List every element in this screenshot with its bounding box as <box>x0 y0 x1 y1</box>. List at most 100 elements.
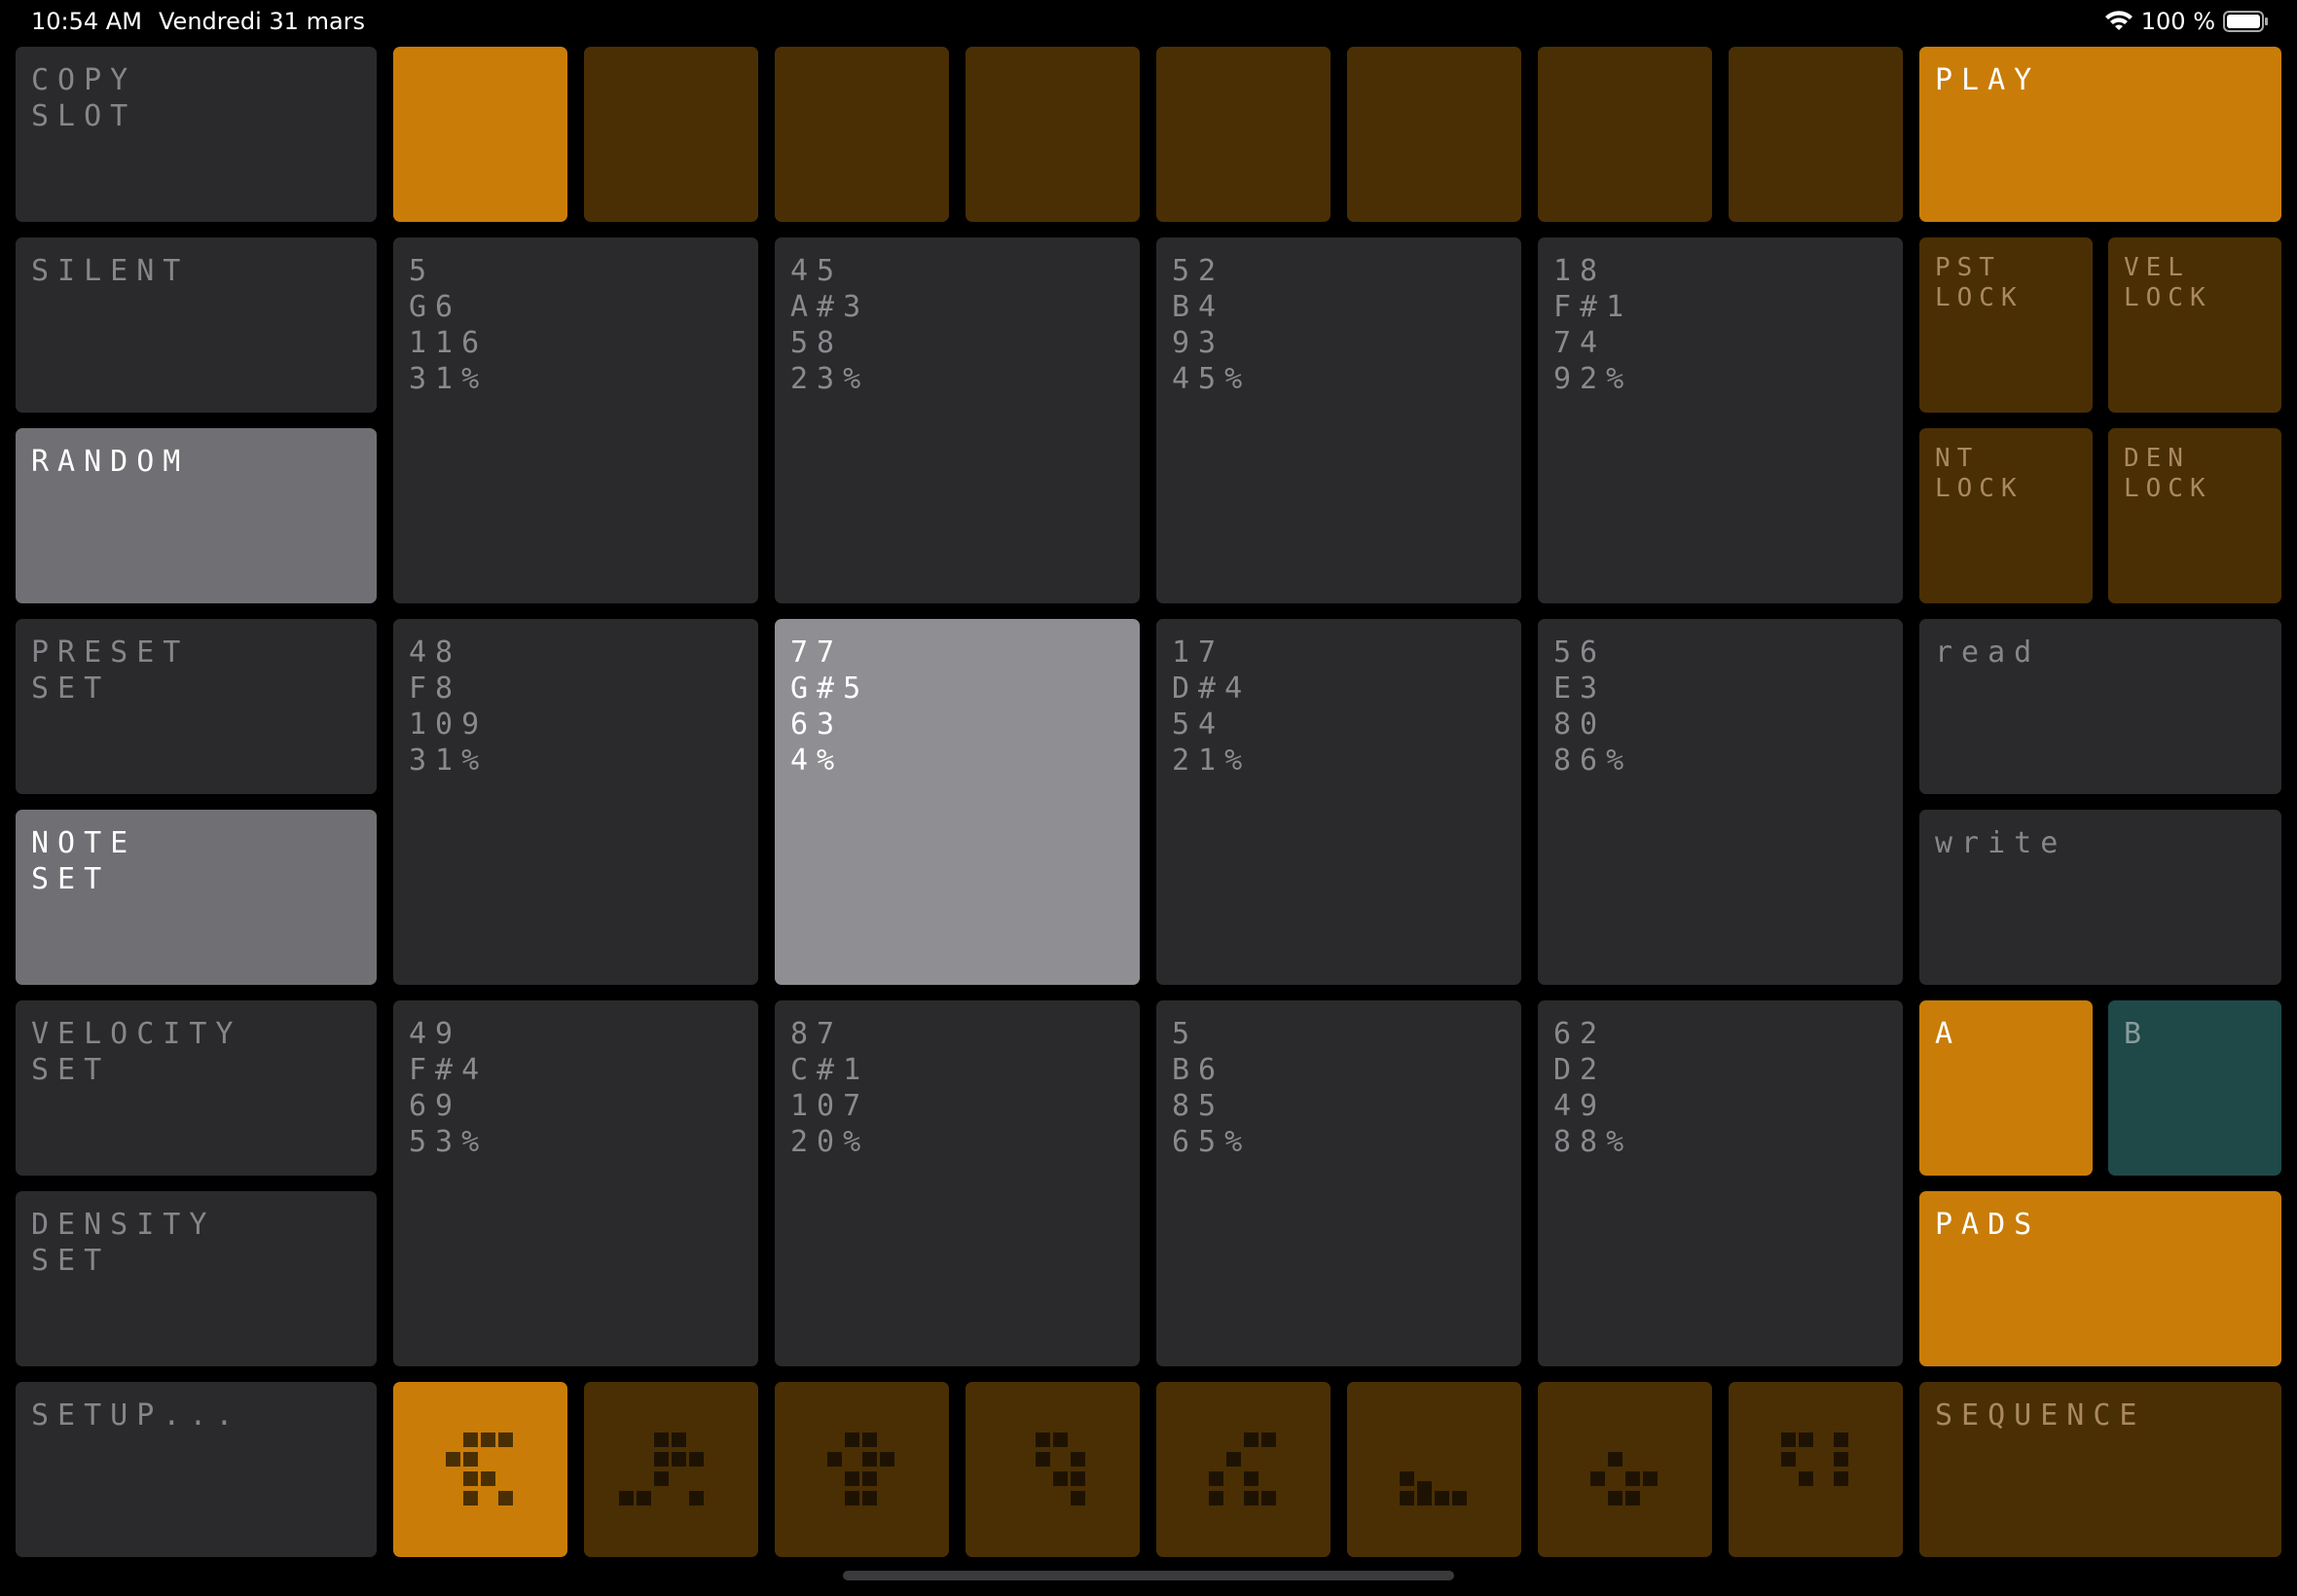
bank-a-label: A <box>1935 1017 1962 1051</box>
velocity-set-label: VELOCITY SET <box>31 1017 242 1087</box>
pad-density: 23% <box>790 362 870 396</box>
silent-button[interactable]: SILENT <box>16 237 377 413</box>
preset-set-button[interactable]: PRESET SET <box>16 619 377 794</box>
sequence-2-button[interactable] <box>584 1382 758 1557</box>
pad-velocity: 116 <box>409 326 489 360</box>
pad-10[interactable]: 87 C#1 107 20% <box>775 1000 1140 1366</box>
sequence-7-button[interactable] <box>1538 1382 1712 1557</box>
wifi-icon <box>2104 11 2133 30</box>
pad-number: 18 <box>1553 254 1607 288</box>
density-set-button[interactable]: DENSITY SET <box>16 1191 377 1366</box>
sequence-4-button[interactable] <box>966 1382 1140 1557</box>
bank-b-label: B <box>2124 1017 2151 1051</box>
slot-1-button[interactable] <box>393 47 567 222</box>
pattern-3-icon <box>826 1433 894 1505</box>
pad-note: F#1 <box>1553 290 1633 324</box>
write-label: write <box>1935 826 2067 860</box>
pad-density: 45% <box>1172 362 1252 396</box>
pattern-8-icon <box>1780 1433 1848 1486</box>
nt-lock-label: NT LOCK <box>1935 444 2024 503</box>
pad-12[interactable]: 62 D2 49 88% <box>1538 1000 1903 1366</box>
pad-density: 65% <box>1172 1125 1252 1159</box>
pst-lock-button[interactable]: PST LOCK <box>1919 237 2093 413</box>
pad-8[interactable]: 56 E3 80 86% <box>1538 619 1903 985</box>
play-button[interactable]: PLAY <box>1919 47 2281 222</box>
velocity-set-button[interactable]: VELOCITY SET <box>16 1000 377 1176</box>
slot-6-button[interactable] <box>1347 47 1521 222</box>
read-button[interactable]: read <box>1919 619 2281 794</box>
bank-b-button[interactable]: B <box>2108 1000 2281 1176</box>
pad-density: 53% <box>409 1125 489 1159</box>
status-date: Vendredi 31 mars <box>159 8 366 35</box>
pad-7[interactable]: 17 D#4 54 21% <box>1156 619 1521 985</box>
pad-velocity: 93 <box>1172 326 1225 360</box>
pad-number: 49 <box>409 1017 462 1051</box>
sequence-5-button[interactable] <box>1156 1382 1331 1557</box>
write-button[interactable]: write <box>1919 810 2281 985</box>
pad-11[interactable]: 5 B6 85 65% <box>1156 1000 1521 1366</box>
pad-values: 87 C#1 107 20% <box>790 1016 869 1160</box>
nt-lock-button[interactable]: NT LOCK <box>1919 428 2093 603</box>
home-indicator[interactable] <box>843 1571 1454 1580</box>
bank-a-button[interactable]: A <box>1919 1000 2093 1176</box>
pads-button[interactable]: PADS <box>1919 1191 2281 1366</box>
sequence-3-button[interactable] <box>775 1382 949 1557</box>
sequence-6-button[interactable] <box>1347 1382 1521 1557</box>
pad-1[interactable]: 5 G6 116 31% <box>393 237 758 603</box>
note-set-button[interactable]: NOTE SET <box>16 810 377 985</box>
pad-note: G#5 <box>790 671 870 706</box>
slot-4-button[interactable] <box>966 47 1140 222</box>
pad-number: 87 <box>790 1017 844 1051</box>
read-label: read <box>1935 635 2041 670</box>
pattern-5-icon <box>1208 1433 1276 1505</box>
den-lock-button[interactable]: DEN LOCK <box>2108 428 2281 603</box>
slot-8-button[interactable] <box>1729 47 1903 222</box>
preset-set-label: PRESET SET <box>31 635 190 706</box>
random-button[interactable]: RANDOM <box>16 428 377 603</box>
pad-note: E3 <box>1553 671 1607 706</box>
vel-lock-label: VEL LOCK <box>2124 253 2212 312</box>
pad-density: 20% <box>790 1125 870 1159</box>
pad-3[interactable]: 52 B4 93 45% <box>1156 237 1521 603</box>
pad-density: 86% <box>1553 744 1633 778</box>
pad-density: 92% <box>1553 362 1633 396</box>
slot-7-button[interactable] <box>1538 47 1712 222</box>
pad-2[interactable]: 45 A#3 58 23% <box>775 237 1140 603</box>
pst-lock-label: PST LOCK <box>1935 253 2024 312</box>
pad-number: 48 <box>409 635 462 670</box>
pad-number: 5 <box>1172 1017 1199 1051</box>
pad-note: G6 <box>409 290 462 324</box>
pad-number: 52 <box>1172 254 1225 288</box>
pad-note: F#4 <box>409 1053 489 1087</box>
sequence-1-button[interactable] <box>393 1382 567 1557</box>
pad-note: A#3 <box>790 290 870 324</box>
pattern-6-icon <box>1399 1471 1467 1505</box>
status-bar: 10:54 AM Vendredi 31 mars 100 % <box>0 0 2297 45</box>
pad-velocity: 109 <box>409 707 489 742</box>
pad-note: B4 <box>1172 290 1225 324</box>
pad-values: 77 G#5 63 4% <box>790 635 869 779</box>
sequence-button[interactable]: SEQUENCE <box>1919 1382 2281 1557</box>
copy-slot-label: COPY SLOT <box>31 63 137 133</box>
note-set-label: NOTE SET <box>31 826 137 896</box>
setup-button[interactable]: SETUP... <box>16 1382 377 1557</box>
slot-5-button[interactable] <box>1156 47 1331 222</box>
pad-6-selected[interactable]: 77 G#5 63 4% <box>775 619 1140 985</box>
pad-9[interactable]: 49 F#4 69 53% <box>393 1000 758 1366</box>
pattern-4-icon <box>1035 1433 1085 1505</box>
slot-2-button[interactable] <box>584 47 758 222</box>
den-lock-label: DEN LOCK <box>2124 444 2212 503</box>
pad-values: 5 B6 85 65% <box>1172 1016 1251 1160</box>
status-right: 100 % <box>2104 8 2268 35</box>
pad-velocity: 85 <box>1172 1089 1225 1123</box>
slot-3-button[interactable] <box>775 47 949 222</box>
sequence-8-button[interactable] <box>1729 1382 1903 1557</box>
random-label: RANDOM <box>31 445 190 479</box>
pad-density: 88% <box>1553 1125 1633 1159</box>
pad-velocity: 69 <box>409 1089 462 1123</box>
pad-4[interactable]: 18 F#1 74 92% <box>1538 237 1903 603</box>
vel-lock-button[interactable]: VEL LOCK <box>2108 237 2281 413</box>
pad-velocity: 58 <box>790 326 844 360</box>
copy-slot-button[interactable]: COPY SLOT <box>16 47 377 222</box>
pad-5[interactable]: 48 F8 109 31% <box>393 619 758 985</box>
